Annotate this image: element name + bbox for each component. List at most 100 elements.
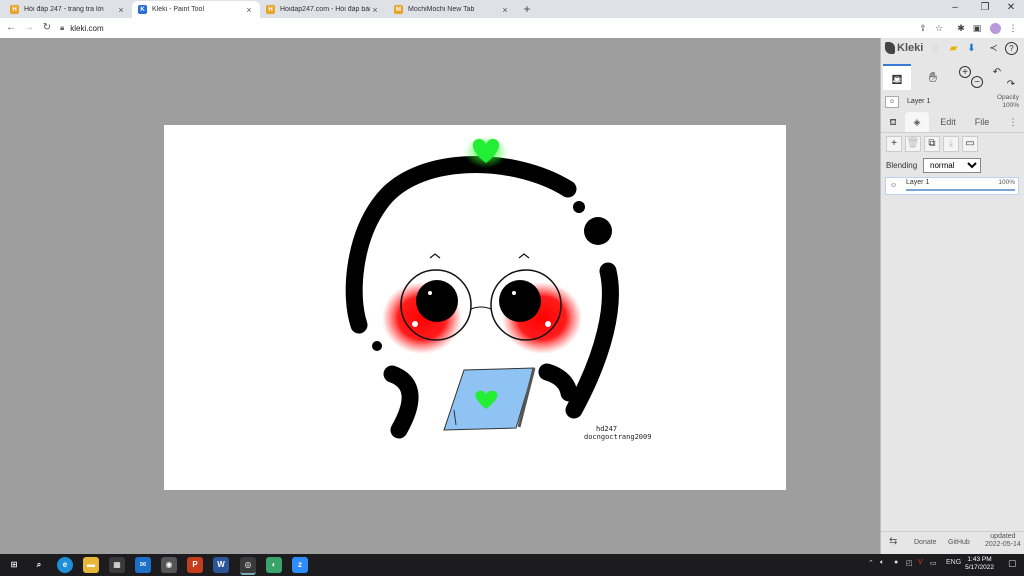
search-icon[interactable]: ⌕ <box>31 557 47 573</box>
file-explorer-icon[interactable]: ▬ <box>83 557 99 573</box>
profile-avatar-icon[interactable] <box>988 21 1002 35</box>
zoom-app-icon[interactable]: z <box>292 557 308 573</box>
camera-icon[interactable]: ◉ <box>161 557 177 573</box>
layer-thumbnail-icon: ☺ <box>890 182 898 189</box>
drawing-canvas[interactable]: hd247 docngoctrang2009 <box>164 125 786 490</box>
tab-file[interactable]: File <box>967 112 997 132</box>
address-bar: ← → ↻ 🔒︎ kleki.com ⇪ ☆ ✱ ▣ ⋮ <box>0 18 1024 39</box>
zoom-out-icon[interactable]: − <box>971 76 983 88</box>
tab-brush-icon[interactable]: ⛾ <box>883 112 903 132</box>
kleki-panel: Kleki ▯ ▰ ⬇ ≺ ? ⛾ ✋︎ + − ↶ ↷ ☺ Layer 1 O… <box>880 38 1024 554</box>
browser-tab-3[interactable]: H Hoidap247.com - Hỏi đáp bài tập × <box>260 1 386 18</box>
fill-bucket-tool-icon[interactable]: ⛾ <box>883 64 911 90</box>
canvas-workspace[interactable]: hd247 docngoctrang2009 <box>0 38 880 554</box>
clock-time: 1:43 PM <box>967 556 992 563</box>
extensions-icon[interactable]: ✱ <box>954 21 968 35</box>
new-tab-button[interactable]: + <box>520 2 534 16</box>
layer-thumbnail: ☺ <box>885 96 899 108</box>
mail-icon[interactable]: ✉ <box>135 557 151 573</box>
blending-row: Blending normal <box>885 158 1024 174</box>
edge-icon[interactable]: e <box>57 557 73 573</box>
opacity-value: 100% <box>1002 102 1019 109</box>
tray-chevron-icon[interactable]: ⌃ <box>868 559 874 567</box>
lock-icon: 🔒︎ <box>60 23 65 32</box>
layer-buttons: + 🗑︎ ⧉ ⤓ ▭ <box>881 136 1024 154</box>
browser-tab-4[interactable]: M MochiMochi New Tab × <box>388 1 516 18</box>
zoom-in-icon[interactable]: + <box>959 66 971 78</box>
panel-footer: ⇆ Donate GitHub updated 2022-05-14 <box>881 531 1024 554</box>
vivaldi-tray-icon[interactable]: V <box>918 559 923 566</box>
network-icon[interactable]: ▭ <box>930 559 937 567</box>
browser-tab-2[interactable]: K Kleki - Paint Tool × <box>132 1 260 18</box>
current-layer-info: ☺ Layer 1 Opacity 100% <box>881 94 1024 110</box>
layer-list-item[interactable]: ☺ Layer 1 100% <box>885 177 1019 195</box>
clock[interactable]: 1:43 PM 5/17/2022 <box>965 556 994 572</box>
delete-layer-button[interactable]: 🗑︎ <box>905 136 921 152</box>
browser-tab-1[interactable]: H Hỏi đáp 247 - trang tra lời × <box>4 1 132 18</box>
taskbar: ⊞ ⌕ e ▬ ▦ ✉ ◉ P W ◎ ◐ z ⌃ 🔈︎ ● ◰ V ▭ ENG… <box>0 554 1024 576</box>
close-tab-icon[interactable]: × <box>500 5 510 15</box>
powerpoint-icon[interactable]: P <box>187 557 203 573</box>
clock-date: 5/17/2022 <box>965 564 994 571</box>
layer-item-name: Layer 1 <box>906 179 930 186</box>
merge-layer-button[interactable]: ⤓ <box>943 136 959 152</box>
favicon-icon: H <box>10 5 19 14</box>
tab-title: Hỏi đáp 247 - trang tra lời <box>24 6 104 13</box>
favicon-icon: M <box>394 5 403 14</box>
swap-side-icon[interactable]: ⇆ <box>889 536 897 547</box>
chrome-icon[interactable]: ◎ <box>240 557 256 575</box>
donate-link[interactable]: Donate <box>914 539 937 546</box>
rename-layer-button[interactable]: ▭ <box>962 136 978 152</box>
notifications-icon[interactable]: ▢ <box>1008 558 1017 569</box>
duplicate-layer-button[interactable]: ⧉ <box>924 136 940 152</box>
share-icon[interactable]: ≺ <box>987 42 1000 55</box>
menu-kebab-icon[interactable]: ⋮ <box>1006 21 1020 35</box>
share-icon[interactable]: ⇪ <box>916 21 930 35</box>
tab-bar: H Hỏi đáp 247 - trang tra lời × K Kleki … <box>0 0 1024 18</box>
restore-icon[interactable]: ❐ <box>972 0 998 18</box>
signature-line-1: hd247 <box>596 425 618 433</box>
forward-icon[interactable]: → <box>22 21 36 35</box>
language-indicator[interactable]: ENG <box>946 559 961 566</box>
panel-tabs: ⛾ ◈ Edit File ⋮ <box>881 112 1024 133</box>
minimize-icon[interactable]: – <box>942 0 968 18</box>
close-tab-icon[interactable]: × <box>116 5 126 15</box>
close-window-icon[interactable]: ✕ <box>998 0 1024 18</box>
drawing-artwork <box>345 136 619 439</box>
save-icon[interactable]: ▰ <box>947 42 960 55</box>
blending-select[interactable]: normal <box>923 158 981 173</box>
hand-tool-icon[interactable]: ✋︎ <box>919 64 947 90</box>
close-tab-icon[interactable]: × <box>244 5 254 15</box>
close-tab-icon[interactable]: × <box>370 5 380 15</box>
side-panel-icon[interactable]: ▣ <box>970 21 984 35</box>
tray-app-icon[interactable]: ◰ <box>906 559 913 567</box>
new-image-icon[interactable]: ▯ <box>929 42 942 55</box>
tab-title: Hoidap247.com - Hỏi đáp bài tập <box>280 6 370 13</box>
windows-start-icon[interactable]: ⊞ <box>6 557 22 573</box>
bookmark-star-icon[interactable]: ☆ <box>932 21 946 35</box>
updated-date: 2022-05-14 <box>985 541 1021 548</box>
microphone-icon[interactable]: ● <box>894 559 898 566</box>
kleki-logo: Kleki <box>885 42 923 54</box>
kleki-logo-text: Kleki <box>897 42 924 54</box>
blending-label: Blending <box>886 161 918 170</box>
layer-opacity-slider[interactable] <box>906 189 1015 191</box>
kleki-logo-icon <box>885 42 895 54</box>
speaker-icon[interactable]: 🔈︎ <box>880 559 884 567</box>
app-icon[interactable]: ◐ <box>266 557 282 573</box>
add-layer-button[interactable]: + <box>886 136 902 152</box>
back-icon[interactable]: ← <box>4 21 18 35</box>
tab-edit[interactable]: Edit <box>933 112 963 132</box>
download-icon[interactable]: ⬇ <box>965 42 978 55</box>
word-icon[interactable]: W <box>213 557 229 573</box>
url-text: kleki.com <box>70 23 104 33</box>
reload-icon[interactable]: ↻ <box>40 21 54 35</box>
github-link[interactable]: GitHub <box>948 539 970 546</box>
store-icon[interactable]: ▦ <box>109 557 125 573</box>
help-icon[interactable]: ? <box>1005 42 1018 55</box>
favicon-icon: H <box>266 5 275 14</box>
tab-layers-icon[interactable]: ◈ <box>905 112 929 132</box>
updated-info: updated 2022-05-14 <box>985 533 1021 549</box>
url-field[interactable]: 🔒︎ kleki.com <box>60 20 900 36</box>
more-options-icon[interactable]: ⋮ <box>1005 112 1021 132</box>
